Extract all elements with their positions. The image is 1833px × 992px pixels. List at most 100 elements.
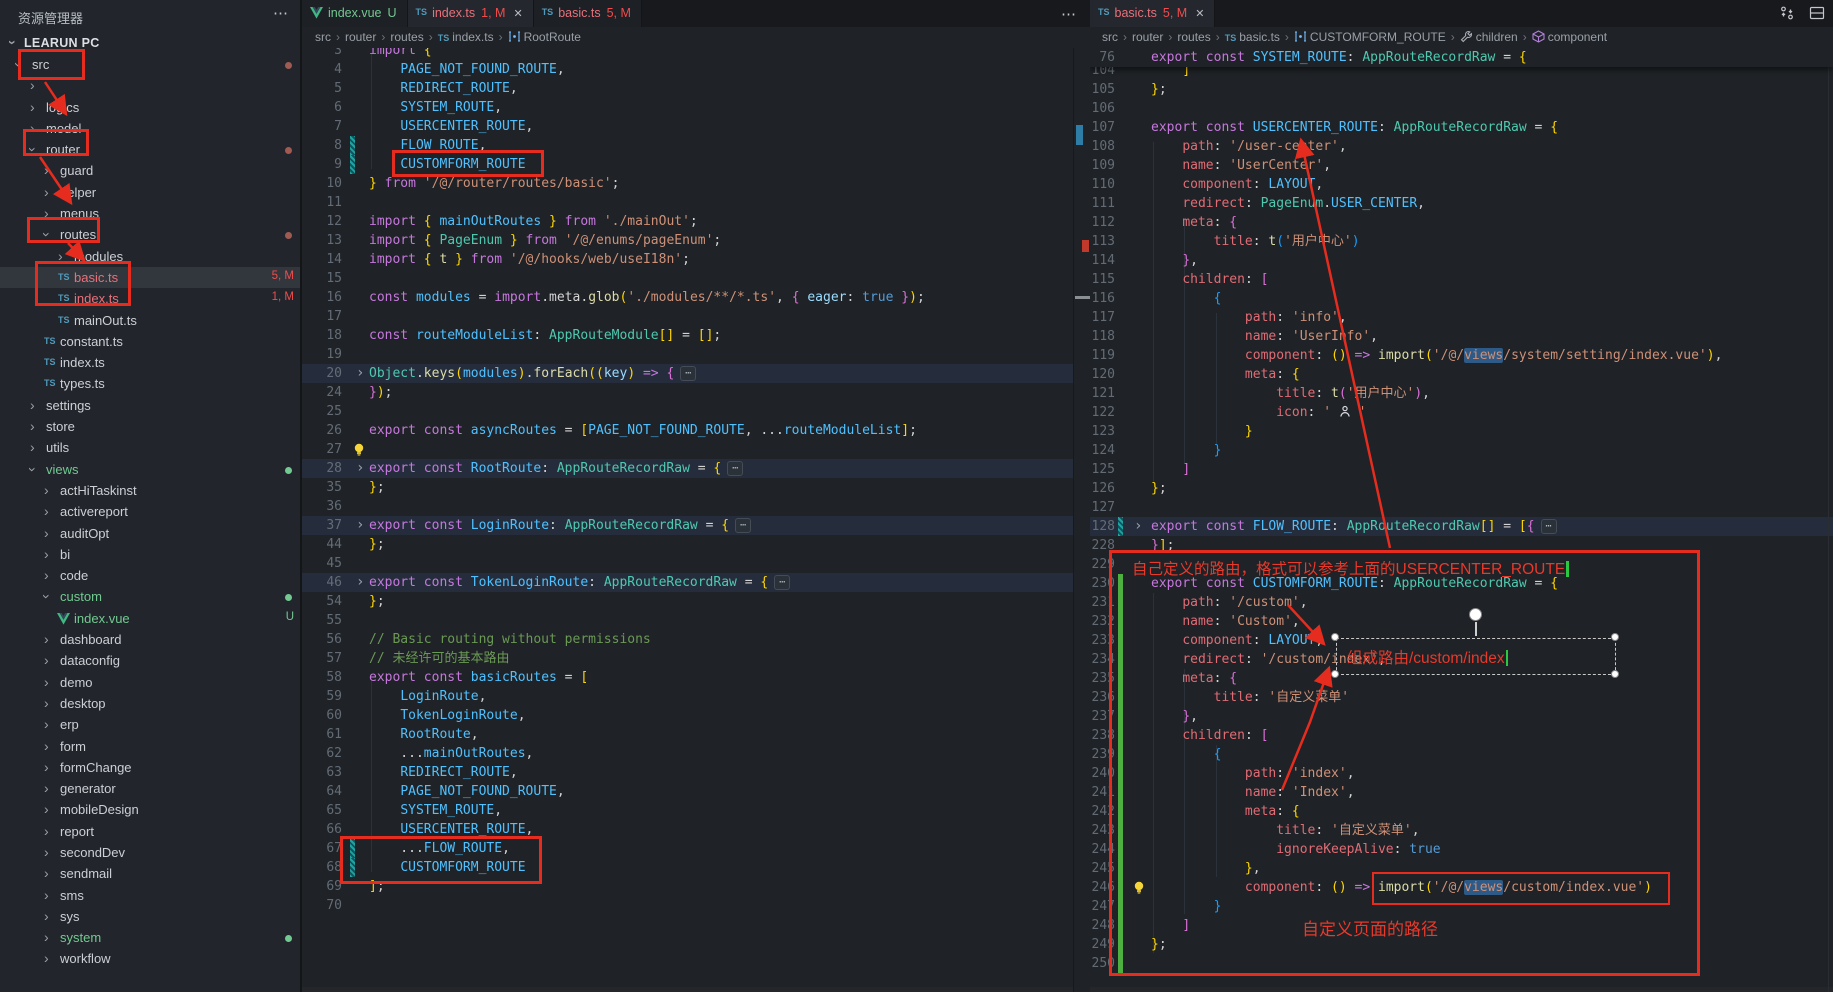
tree-item-index.ts[interactable]: TSindex.ts bbox=[0, 352, 300, 373]
code-line-18[interactable]: 18const routeModuleList: AppRouteModule[… bbox=[302, 326, 1073, 345]
code-line-238[interactable]: 238 children: [ bbox=[1090, 726, 1833, 745]
tree-item-secondDev[interactable]: secondDev bbox=[0, 842, 300, 863]
code-line-63[interactable]: 63 REDIRECT_ROUTE, bbox=[302, 763, 1073, 782]
code-line-69[interactable]: 69]; bbox=[302, 877, 1073, 896]
breadcrumb-item[interactable]: children bbox=[1476, 30, 1518, 44]
selection-handle[interactable] bbox=[1611, 633, 1619, 641]
code-line-121[interactable]: 121 title: t('用户中心'), bbox=[1090, 384, 1833, 403]
editor-basic-ts[interactable]: 104 ]105};106107export const USERCENTER_… bbox=[1090, 48, 1833, 992]
code-line-12[interactable]: 12import { mainOutRoutes } from './mainO… bbox=[302, 212, 1073, 231]
tree-item-routes[interactable]: routes bbox=[0, 224, 300, 245]
tree-item-types.ts[interactable]: TStypes.ts bbox=[0, 373, 300, 394]
folded-code-chip[interactable]: ⋯ bbox=[727, 461, 743, 476]
tree-item-report[interactable]: report bbox=[0, 821, 300, 842]
annotation-selection-box[interactable]: 组成路由/custom/index bbox=[1336, 638, 1616, 675]
tree-item-index.ts[interactable]: TSindex.ts1, M bbox=[0, 288, 300, 309]
tree-item-views[interactable]: views bbox=[0, 459, 300, 480]
code-line-240[interactable]: 240 path: 'index', bbox=[1090, 764, 1833, 783]
fold-chevron-icon[interactable]: › bbox=[1134, 517, 1142, 536]
code-line-237[interactable]: 237 }, bbox=[1090, 707, 1833, 726]
folded-code-chip[interactable]: ⋯ bbox=[1541, 519, 1557, 534]
selection-handle[interactable] bbox=[1611, 670, 1619, 678]
code-line-24[interactable]: 24}); bbox=[302, 383, 1073, 402]
tree-item-mobileDesign[interactable]: mobileDesign bbox=[0, 799, 300, 820]
overview-ruler[interactable] bbox=[1073, 48, 1090, 992]
tab-basic.ts[interactable]: TSbasic.ts5, M bbox=[534, 0, 642, 27]
tree-item-mainOut.ts[interactable]: TSmainOut.ts bbox=[0, 310, 300, 331]
code-line-66[interactable]: 66 USERCENTER_ROUTE, bbox=[302, 820, 1073, 839]
tree-item-store[interactable]: store bbox=[0, 416, 300, 437]
code-line-16[interactable]: 16const modules = import.meta.glob('./mo… bbox=[302, 288, 1073, 307]
right-scrollbar-edge[interactable] bbox=[1828, 48, 1829, 992]
code-line-54[interactable]: 54}; bbox=[302, 592, 1073, 611]
code-line-9[interactable]: 9 CUSTOMFORM_ROUTE bbox=[302, 155, 1073, 174]
code-line-244[interactable]: 244 ignoreKeepAlive: true bbox=[1090, 840, 1833, 859]
tree-item-model[interactable]: model bbox=[0, 118, 300, 139]
tree-item-erp[interactable]: erp bbox=[0, 714, 300, 735]
code-line-59[interactable]: 59 LoginRoute, bbox=[302, 687, 1073, 706]
tree-item-utils[interactable]: utils bbox=[0, 437, 300, 458]
code-line-27[interactable]: 27 bbox=[302, 440, 1073, 459]
code-line-15[interactable]: 15 bbox=[302, 269, 1073, 288]
code-line-6[interactable]: 6 SYSTEM_ROUTE, bbox=[302, 98, 1073, 117]
code-line-105[interactable]: 105}; bbox=[1090, 80, 1833, 99]
code-line-67[interactable]: 67 ...FLOW_ROUTE, bbox=[302, 839, 1073, 858]
folded-code-chip[interactable]: ⋯ bbox=[735, 518, 751, 533]
tree-item-hidden[interactable] bbox=[0, 75, 300, 96]
open-changes-icon[interactable] bbox=[1779, 5, 1795, 21]
code-line-229[interactable]: 229 bbox=[1090, 555, 1833, 574]
code-line-236[interactable]: 236 title: '自定义菜单' bbox=[1090, 688, 1833, 707]
code-line-113[interactable]: 113 title: t('用户中心') bbox=[1090, 232, 1833, 251]
horizontal-scrollbar[interactable] bbox=[302, 987, 1073, 992]
tree-item-index.vue[interactable]: index.vueU bbox=[0, 608, 300, 629]
folded-code-chip[interactable]: ⋯ bbox=[680, 366, 696, 381]
tree-item-dashboard[interactable]: dashboard bbox=[0, 629, 300, 650]
code-line-248[interactable]: 248 ] bbox=[1090, 916, 1833, 935]
code-line-247[interactable]: 247 } bbox=[1090, 897, 1833, 916]
editor-layout-icon[interactable] bbox=[1809, 5, 1825, 21]
code-line-37[interactable]: 37›export const LoginRoute: AppRouteReco… bbox=[302, 516, 1073, 535]
tree-item-menus[interactable]: menus bbox=[0, 203, 300, 224]
code-line-232[interactable]: 232 name: 'Custom', bbox=[1090, 612, 1833, 631]
folded-code-chip[interactable]: ⋯ bbox=[774, 575, 790, 590]
tree-item-workflow[interactable]: workflow bbox=[0, 948, 300, 969]
code-line-108[interactable]: 108 path: '/user-center', bbox=[1090, 137, 1833, 156]
tree-item-sys[interactable]: sys bbox=[0, 906, 300, 927]
code-line-109[interactable]: 109 name: 'UserCenter', bbox=[1090, 156, 1833, 175]
close-icon[interactable]: ✕ bbox=[1195, 7, 1204, 20]
code-line-239[interactable]: 239 { bbox=[1090, 745, 1833, 764]
tree-item-generator[interactable]: generator bbox=[0, 778, 300, 799]
code-line-246[interactable]: 246 component: () => import('/@/views/cu… bbox=[1090, 878, 1833, 897]
tree-item-settings[interactable]: settings bbox=[0, 395, 300, 416]
code-line-64[interactable]: 64 PAGE_NOT_FOUND_ROUTE, bbox=[302, 782, 1073, 801]
code-line-65[interactable]: 65 SYSTEM_ROUTE, bbox=[302, 801, 1073, 820]
code-line-3[interactable]: 3import { bbox=[302, 48, 1073, 60]
code-line-25[interactable]: 25 bbox=[302, 402, 1073, 421]
fold-chevron-icon[interactable]: › bbox=[356, 459, 364, 478]
code-line-126[interactable]: 126}; bbox=[1090, 479, 1833, 498]
code-line-68[interactable]: 68 CUSTOMFORM_ROUTE bbox=[302, 858, 1073, 877]
selection-rotate-handle[interactable] bbox=[1469, 608, 1482, 621]
code-line-11[interactable]: 11 bbox=[302, 193, 1073, 212]
code-line-26[interactable]: 26export const asyncRoutes = [PAGE_NOT_F… bbox=[302, 421, 1073, 440]
tree-item-form[interactable]: form bbox=[0, 736, 300, 757]
code-line-55[interactable]: 55 bbox=[302, 611, 1073, 630]
code-line-17[interactable]: 17 bbox=[302, 307, 1073, 326]
close-icon[interactable]: ✕ bbox=[513, 7, 522, 20]
tree-item-logics[interactable]: logics bbox=[0, 97, 300, 118]
code-line-76[interactable]: 76export const SYSTEM_ROUTE: AppRouteRec… bbox=[1090, 48, 1833, 67]
horizontal-scrollbar[interactable] bbox=[1090, 987, 1833, 992]
code-line-124[interactable]: 124 } bbox=[1090, 441, 1833, 460]
sticky-scroll-line[interactable]: 76export const SYSTEM_ROUTE: AppRouteRec… bbox=[1090, 48, 1833, 67]
breadcrumb-item[interactable]: routes bbox=[390, 30, 423, 44]
tree-item-src[interactable]: src bbox=[0, 54, 300, 75]
code-line-106[interactable]: 106 bbox=[1090, 99, 1833, 118]
middle-editor-more-actions-icon[interactable]: ⋯ bbox=[1061, 5, 1076, 23]
tree-item-auditOpt[interactable]: auditOpt bbox=[0, 523, 300, 544]
tree-item-guard[interactable]: guard bbox=[0, 160, 300, 181]
tree-item-actHiTaskinst[interactable]: actHiTaskinst bbox=[0, 480, 300, 501]
code-line-107[interactable]: 107export const USERCENTER_ROUTE: AppRou… bbox=[1090, 118, 1833, 137]
code-line-57[interactable]: 57// 未经许可的基本路由 bbox=[302, 649, 1073, 668]
selection-handle[interactable] bbox=[1331, 633, 1339, 641]
code-line-62[interactable]: 62 ...mainOutRoutes, bbox=[302, 744, 1073, 763]
